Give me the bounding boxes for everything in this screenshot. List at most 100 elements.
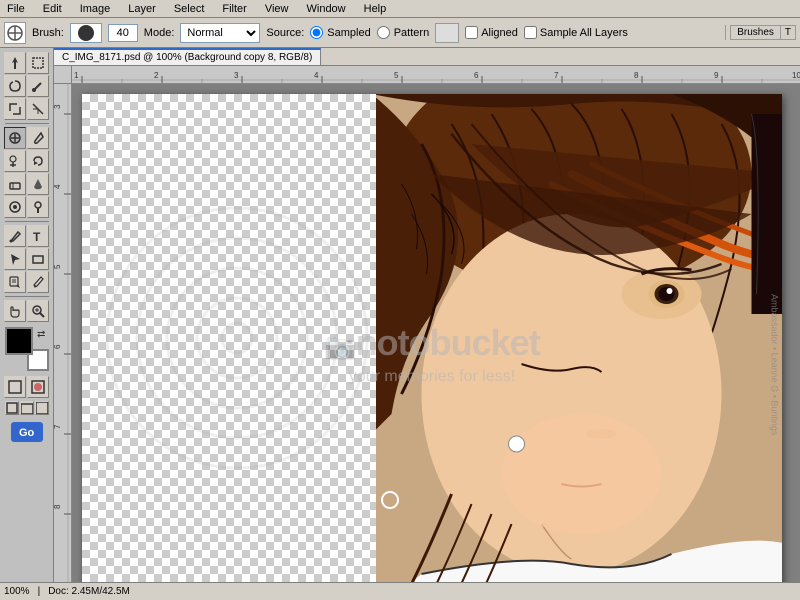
quick-mask-mode[interactable] xyxy=(27,376,49,398)
aligned-label: Aligned xyxy=(481,27,518,39)
source-sampled-label: Sampled xyxy=(327,27,370,39)
dodge-tool[interactable] xyxy=(27,196,49,218)
blur-tool[interactable] xyxy=(4,196,26,218)
svg-text:2: 2 xyxy=(154,71,159,80)
artwork-right: Ambassador • Leanne G • Buntings xyxy=(376,94,782,582)
magic-wand-tool[interactable] xyxy=(27,75,49,97)
source-sampled-group: Sampled xyxy=(310,26,370,39)
path-selection-tool[interactable] xyxy=(4,248,26,270)
sample-all-layers-group: Sample All Layers xyxy=(524,26,628,39)
standard-screen-mode[interactable] xyxy=(5,401,19,415)
tool-icon xyxy=(4,22,26,44)
foreground-color[interactable] xyxy=(5,327,33,355)
brush-tool[interactable] xyxy=(27,127,49,149)
brush-label: Brush: xyxy=(32,27,64,39)
svg-text:Ambassador • Leanne G • Buntin: Ambassador • Leanne G • Buntings xyxy=(770,294,780,436)
svg-text:8: 8 xyxy=(54,504,62,509)
document-tab[interactable]: C_IMG_8171.psd @ 100% (Background copy 8… xyxy=(54,48,321,65)
brush-size-input[interactable] xyxy=(108,24,138,42)
notes-tool[interactable] xyxy=(4,271,26,293)
mode-label: Mode: xyxy=(144,27,175,39)
color-box[interactable]: ⇄ xyxy=(5,327,49,371)
top-ruler: 1 2 3 4 5 6 7 8 9 10 xyxy=(72,66,800,84)
doc-size: Doc: 2.45M/42.5M xyxy=(48,586,130,597)
main-layout: T xyxy=(0,48,800,582)
eyedropper-tool[interactable] xyxy=(27,271,49,293)
full-screen-with-menu[interactable] xyxy=(20,401,34,415)
full-screen-mode[interactable] xyxy=(35,401,49,415)
menu-bar: File Edit Image Layer Select Filter View… xyxy=(0,0,800,18)
clone-stamp-tool[interactable] xyxy=(4,150,26,172)
menu-window[interactable]: Window xyxy=(304,2,349,16)
zoom-tool[interactable] xyxy=(27,300,49,322)
healing-brush-tool[interactable] xyxy=(4,127,26,149)
svg-text:Go: Go xyxy=(19,427,35,439)
menu-file[interactable]: File xyxy=(4,2,28,16)
menu-edit[interactable]: Edit xyxy=(40,2,65,16)
svg-text:5: 5 xyxy=(54,264,62,269)
svg-text:3: 3 xyxy=(234,71,239,80)
status-separator: | xyxy=(38,586,41,597)
t-tab[interactable]: T xyxy=(781,25,796,40)
svg-text:5: 5 xyxy=(394,71,399,80)
aligned-checkbox[interactable] xyxy=(465,26,478,39)
brushes-panel-tab[interactable]: Brushes T xyxy=(725,25,796,40)
toolbar: T xyxy=(0,48,54,582)
source-pattern-radio[interactable] xyxy=(377,26,390,39)
transparent-area xyxy=(82,94,376,582)
svg-text:4: 4 xyxy=(314,71,319,80)
menu-help[interactable]: Help xyxy=(361,2,390,16)
canvas-viewport[interactable]: Ambassador • Leanne G • Buntings xyxy=(72,84,800,582)
fill-tool[interactable] xyxy=(27,173,49,195)
jump-to-cs[interactable]: Go xyxy=(9,420,45,444)
canvas-document: Ambassador • Leanne G • Buntings xyxy=(82,94,782,582)
standard-mode[interactable] xyxy=(4,376,26,398)
source-label: Source: xyxy=(266,27,304,39)
slice-tool[interactable] xyxy=(27,98,49,120)
pen-tool[interactable] xyxy=(4,225,26,247)
sample-all-layers-checkbox[interactable] xyxy=(524,26,537,39)
zoom-level: 100% xyxy=(4,586,30,597)
brushes-label[interactable]: Brushes xyxy=(730,25,781,40)
type-tool[interactable]: T xyxy=(27,225,49,247)
menu-image[interactable]: Image xyxy=(77,2,114,16)
aligned-group: Aligned xyxy=(465,26,518,39)
svg-text:7: 7 xyxy=(554,71,559,80)
shape-tool[interactable] xyxy=(27,248,49,270)
eraser-tool[interactable] xyxy=(4,173,26,195)
menu-select[interactable]: Select xyxy=(171,2,208,16)
sample-all-layers-label: Sample All Layers xyxy=(540,27,628,39)
pattern-preview[interactable] xyxy=(435,23,459,43)
status-bar: 100% | Doc: 2.45M/42.5M xyxy=(0,582,800,600)
lasso-tool[interactable] xyxy=(4,75,26,97)
spiral-watermark xyxy=(97,198,377,478)
source-pattern-label: Pattern xyxy=(394,27,429,39)
mode-select[interactable]: Normal Replace Multiply xyxy=(180,23,260,43)
svg-text:6: 6 xyxy=(54,344,62,349)
svg-text:4: 4 xyxy=(54,184,62,189)
svg-text:7: 7 xyxy=(54,424,62,429)
marquee-tool[interactable] xyxy=(27,52,49,74)
tab-bar: C_IMG_8171.psd @ 100% (Background copy 8… xyxy=(54,48,800,66)
menu-view[interactable]: View xyxy=(262,2,292,16)
tool-cursor xyxy=(381,491,399,509)
svg-text:1: 1 xyxy=(74,71,79,80)
menu-layer[interactable]: Layer xyxy=(125,2,159,16)
svg-text:6: 6 xyxy=(474,71,479,80)
svg-text:9: 9 xyxy=(714,71,719,80)
hand-tool[interactable] xyxy=(4,300,26,322)
menu-filter[interactable]: Filter xyxy=(219,2,249,16)
source-sampled-radio[interactable] xyxy=(310,26,323,39)
source-pattern-group: Pattern xyxy=(377,26,429,39)
document-tab-title: C_IMG_8171.psd @ 100% (Background copy 8… xyxy=(62,52,312,63)
svg-text:3: 3 xyxy=(54,104,62,109)
svg-text:10: 10 xyxy=(792,71,800,80)
svg-text:8: 8 xyxy=(634,71,639,80)
brush-preview[interactable] xyxy=(70,23,102,43)
canvas-with-rulers: 1 2 3 4 5 6 7 8 9 10 xyxy=(54,66,800,582)
canvas-area[interactable]: C_IMG_8171.psd @ 100% (Background copy 8… xyxy=(54,48,800,582)
swap-colors-icon[interactable]: ⇄ xyxy=(37,327,49,339)
move-tool[interactable] xyxy=(4,52,26,74)
crop-tool[interactable] xyxy=(4,98,26,120)
history-brush-tool[interactable] xyxy=(27,150,49,172)
